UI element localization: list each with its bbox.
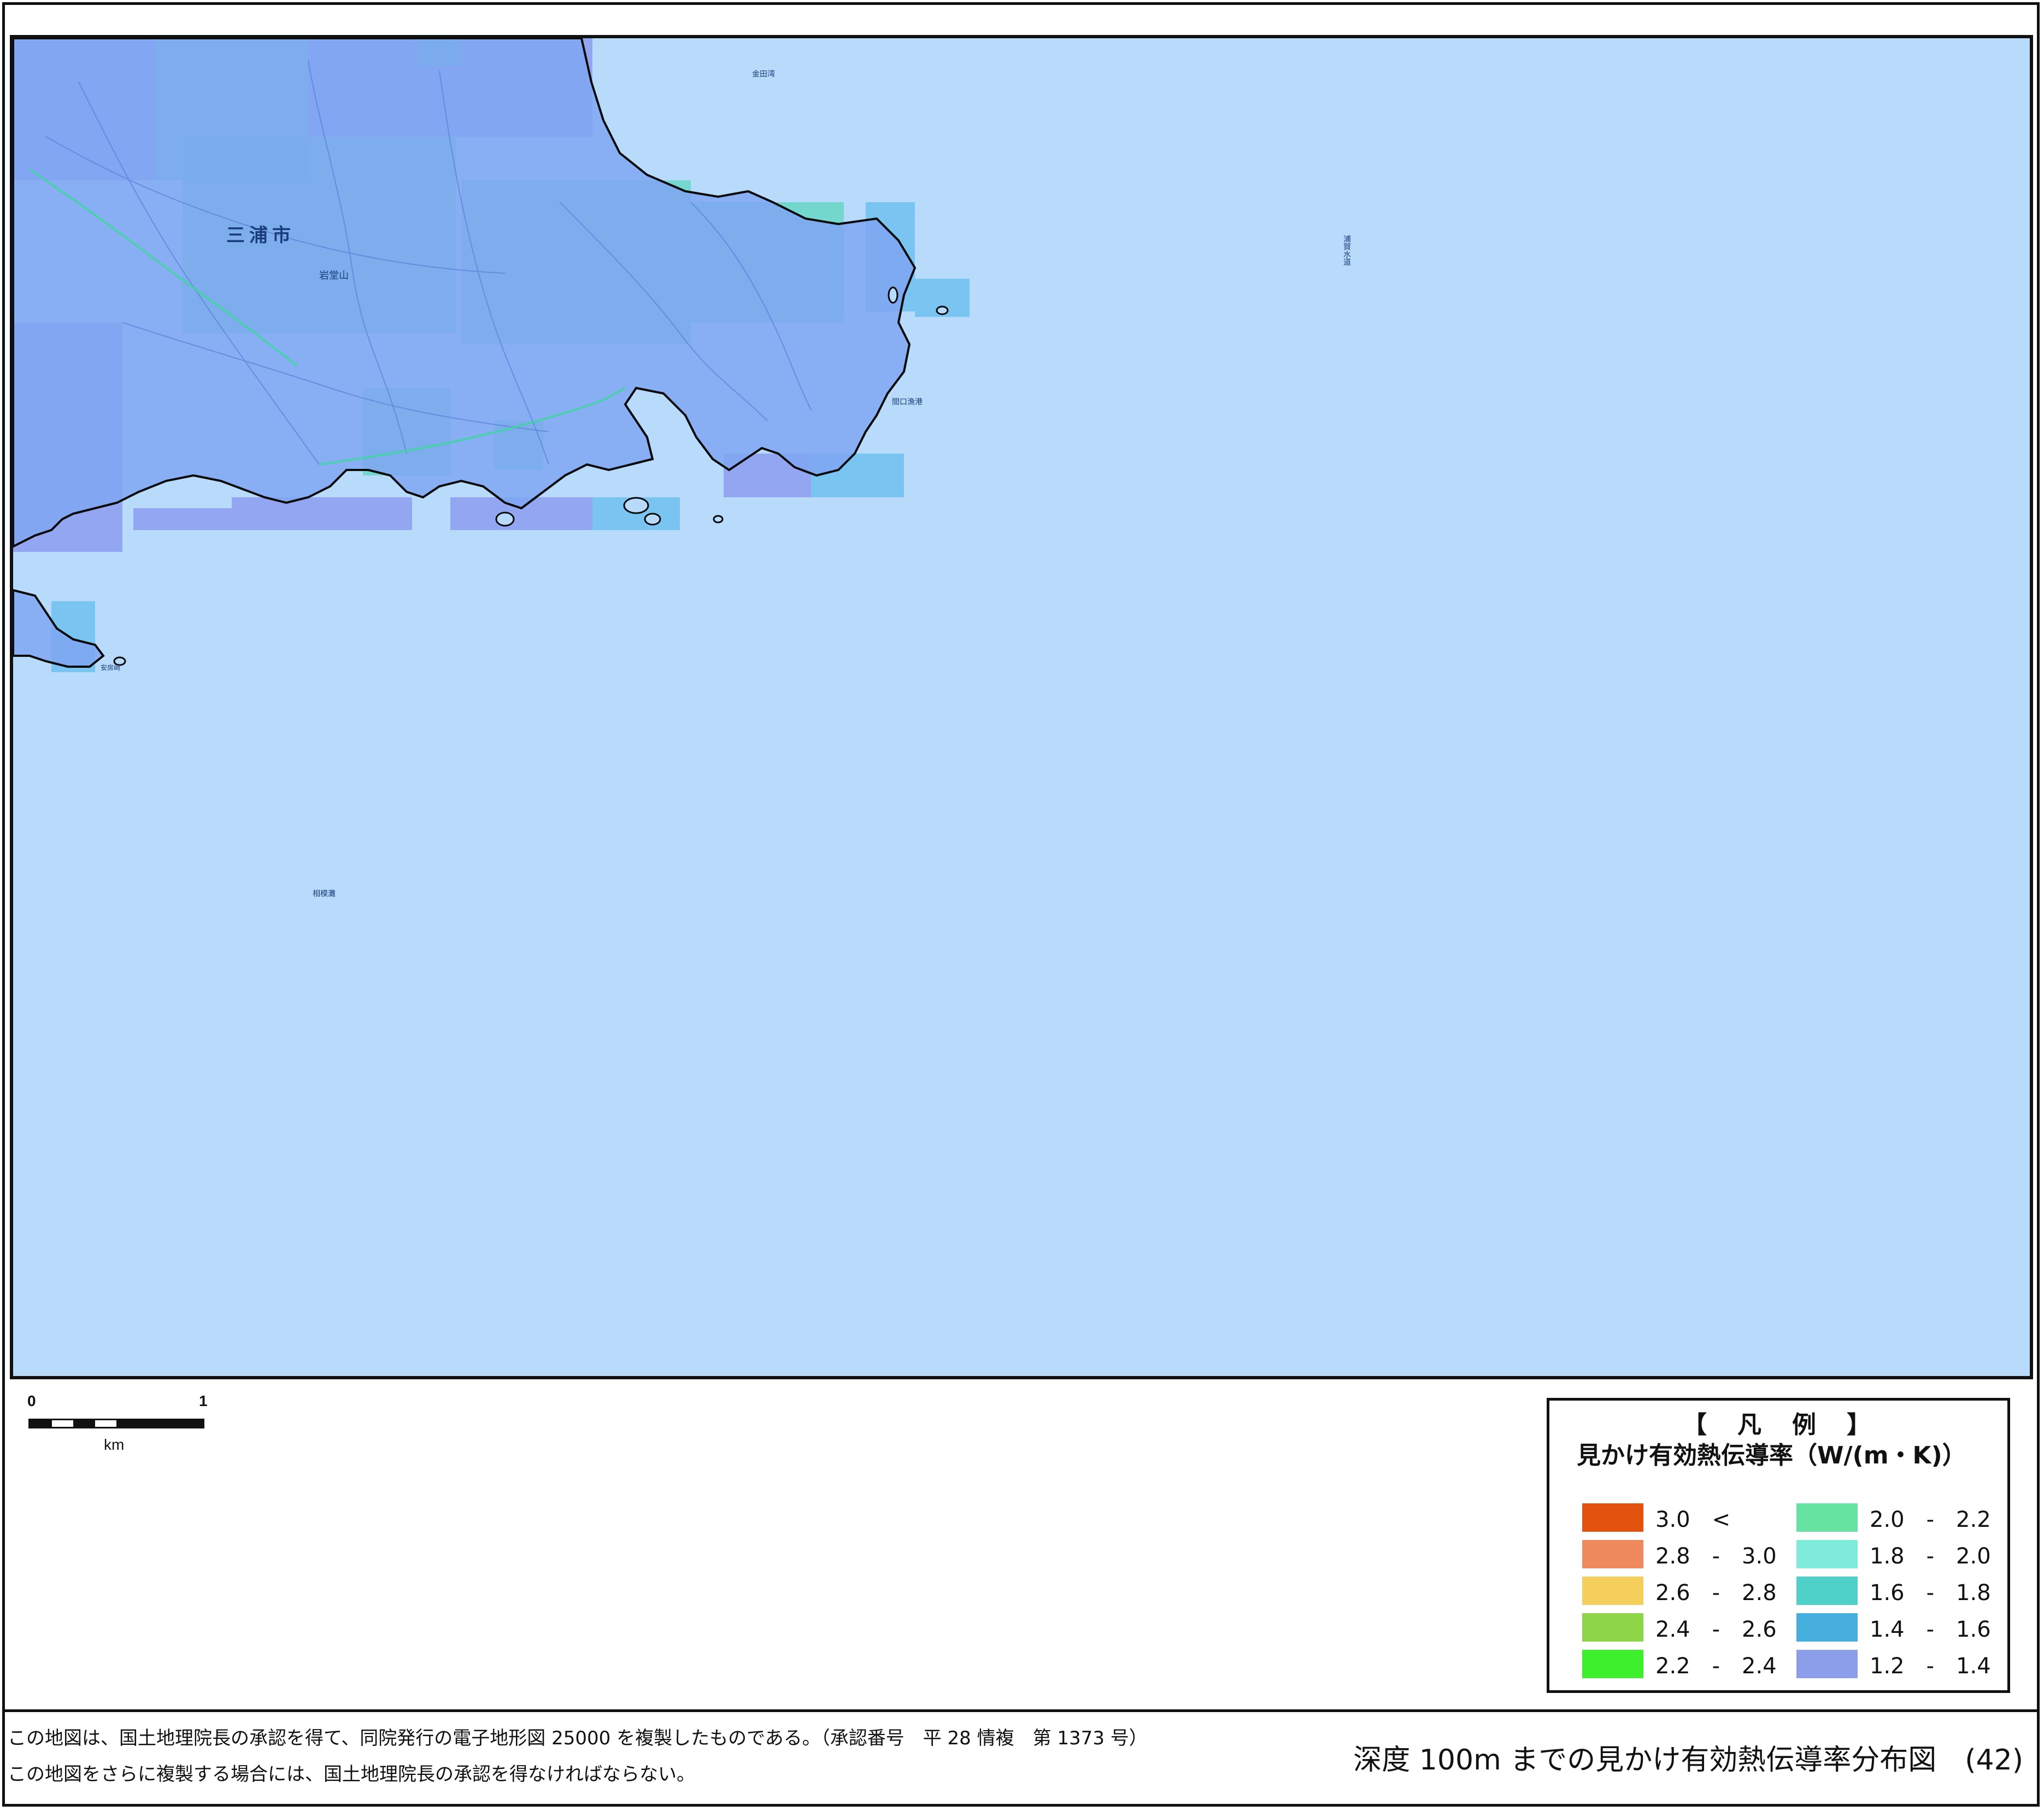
legend-swatch <box>1582 1540 1643 1568</box>
legend-swatch <box>1582 1577 1643 1605</box>
scale-bar: 0 1 km <box>27 1392 208 1458</box>
legend-swatch <box>1582 1503 1643 1532</box>
legend-range-label: 2.0 - 2.2 <box>1870 1507 1991 1532</box>
legend-swatch <box>1582 1650 1643 1678</box>
grid-cell <box>232 497 412 530</box>
legend-range-label: 1.2 - 1.4 <box>1870 1654 1991 1679</box>
legend-range-label: 3.0 < <box>1655 1507 1731 1532</box>
map-title: 深度 100m までの見かけ有効熱伝導率分布図 (42) <box>1353 1744 2023 1777</box>
map-panel[interactable]: 三浦市 岩堂山 間口漁港 相模灘 浦賀水道 金田湾 安房崎 <box>10 35 2033 1379</box>
legend-range-label: 2.2 - 2.4 <box>1655 1654 1777 1679</box>
copyright-notes: この地図は、国土地理院長の承認を得て、同院発行の電子地形図 25000 を複製し… <box>8 1720 1148 1792</box>
scale-bar-graphic <box>28 1419 204 1428</box>
legend-range-label: 2.4 - 2.6 <box>1655 1617 1777 1642</box>
scale-zero-label: 0 <box>27 1392 36 1409</box>
legend-swatch <box>1796 1613 1858 1642</box>
footer-divider <box>2 1709 2040 1712</box>
copyright-note-1: この地図は、国土地理院長の承認を得て、同院発行の電子地形図 25000 を複製し… <box>8 1727 1148 1749</box>
legend-title: 【 凡 例 】 <box>1683 1411 1874 1439</box>
legend-item: 1.6 - 1.8 <box>1796 1577 1991 1606</box>
legend-range-label: 1.6 - 1.8 <box>1870 1580 1991 1606</box>
legend-grid: 3.0 < 2.8 - 3.0 2.6 - 2.8 2.4 - 2.6 2.2 - 2.… <box>1582 1503 1998 1689</box>
legend-item: 2.2 - 2.4 <box>1582 1650 1777 1679</box>
legend-item: 2.8 - 3.0 <box>1582 1540 1777 1569</box>
legend-swatch <box>1582 1613 1643 1642</box>
legend-range-label: 1.4 - 1.6 <box>1870 1617 1991 1642</box>
legend-range-label: 1.8 - 2.0 <box>1870 1544 1991 1569</box>
legend-range-label: 2.8 - 3.0 <box>1655 1544 1777 1569</box>
legend-swatch <box>1796 1540 1858 1568</box>
sea-label: 相模灘 <box>313 890 336 898</box>
legend-item: 2.4 - 2.6 <box>1582 1613 1777 1642</box>
legend-unit-label: 見かけ有効熱伝導率（W/(m・K)） <box>1577 1442 1966 1469</box>
legend-swatch <box>1796 1503 1858 1532</box>
legend-item: 2.0 - 2.2 <box>1796 1503 1991 1532</box>
legend-swatch <box>1796 1650 1858 1678</box>
map-canvas[interactable]: 三浦市 岩堂山 間口漁港 相模灘 浦賀水道 金田湾 安房崎 <box>13 38 2030 1376</box>
city-label: 三浦市 <box>226 225 295 246</box>
legend-swatch <box>1796 1577 1858 1605</box>
legend-item: 2.6 - 2.8 <box>1582 1577 1777 1606</box>
legend-item: 1.4 - 1.6 <box>1796 1613 1991 1642</box>
mountain-label: 岩堂山 <box>319 270 349 281</box>
bay-label: 金田湾 <box>752 69 775 79</box>
legend-item: 1.8 - 2.0 <box>1796 1540 1991 1569</box>
scale-one-label: 1 <box>199 1392 208 1409</box>
legend-box: 【 凡 例 】 見かけ有効熱伝導率（W/(m・K)） 3.0 < 2.8 - 3.… <box>1547 1398 2010 1693</box>
scale-unit-label: km <box>104 1436 125 1453</box>
grid-cell <box>133 508 232 530</box>
harbor-label: 間口漁港 <box>892 398 923 407</box>
legend-item: 3.0 < <box>1582 1503 1730 1532</box>
channel-label: 浦賀水道 <box>1342 235 1351 266</box>
cape-label: 安房崎 <box>101 663 120 672</box>
copyright-note-2: この地図をさらに複製する場合には、国土地理院長の承認を得なければならない。 <box>8 1763 695 1785</box>
legend-item: 1.2 - 1.4 <box>1796 1650 1991 1679</box>
legend-range-label: 2.6 - 2.8 <box>1655 1580 1777 1606</box>
